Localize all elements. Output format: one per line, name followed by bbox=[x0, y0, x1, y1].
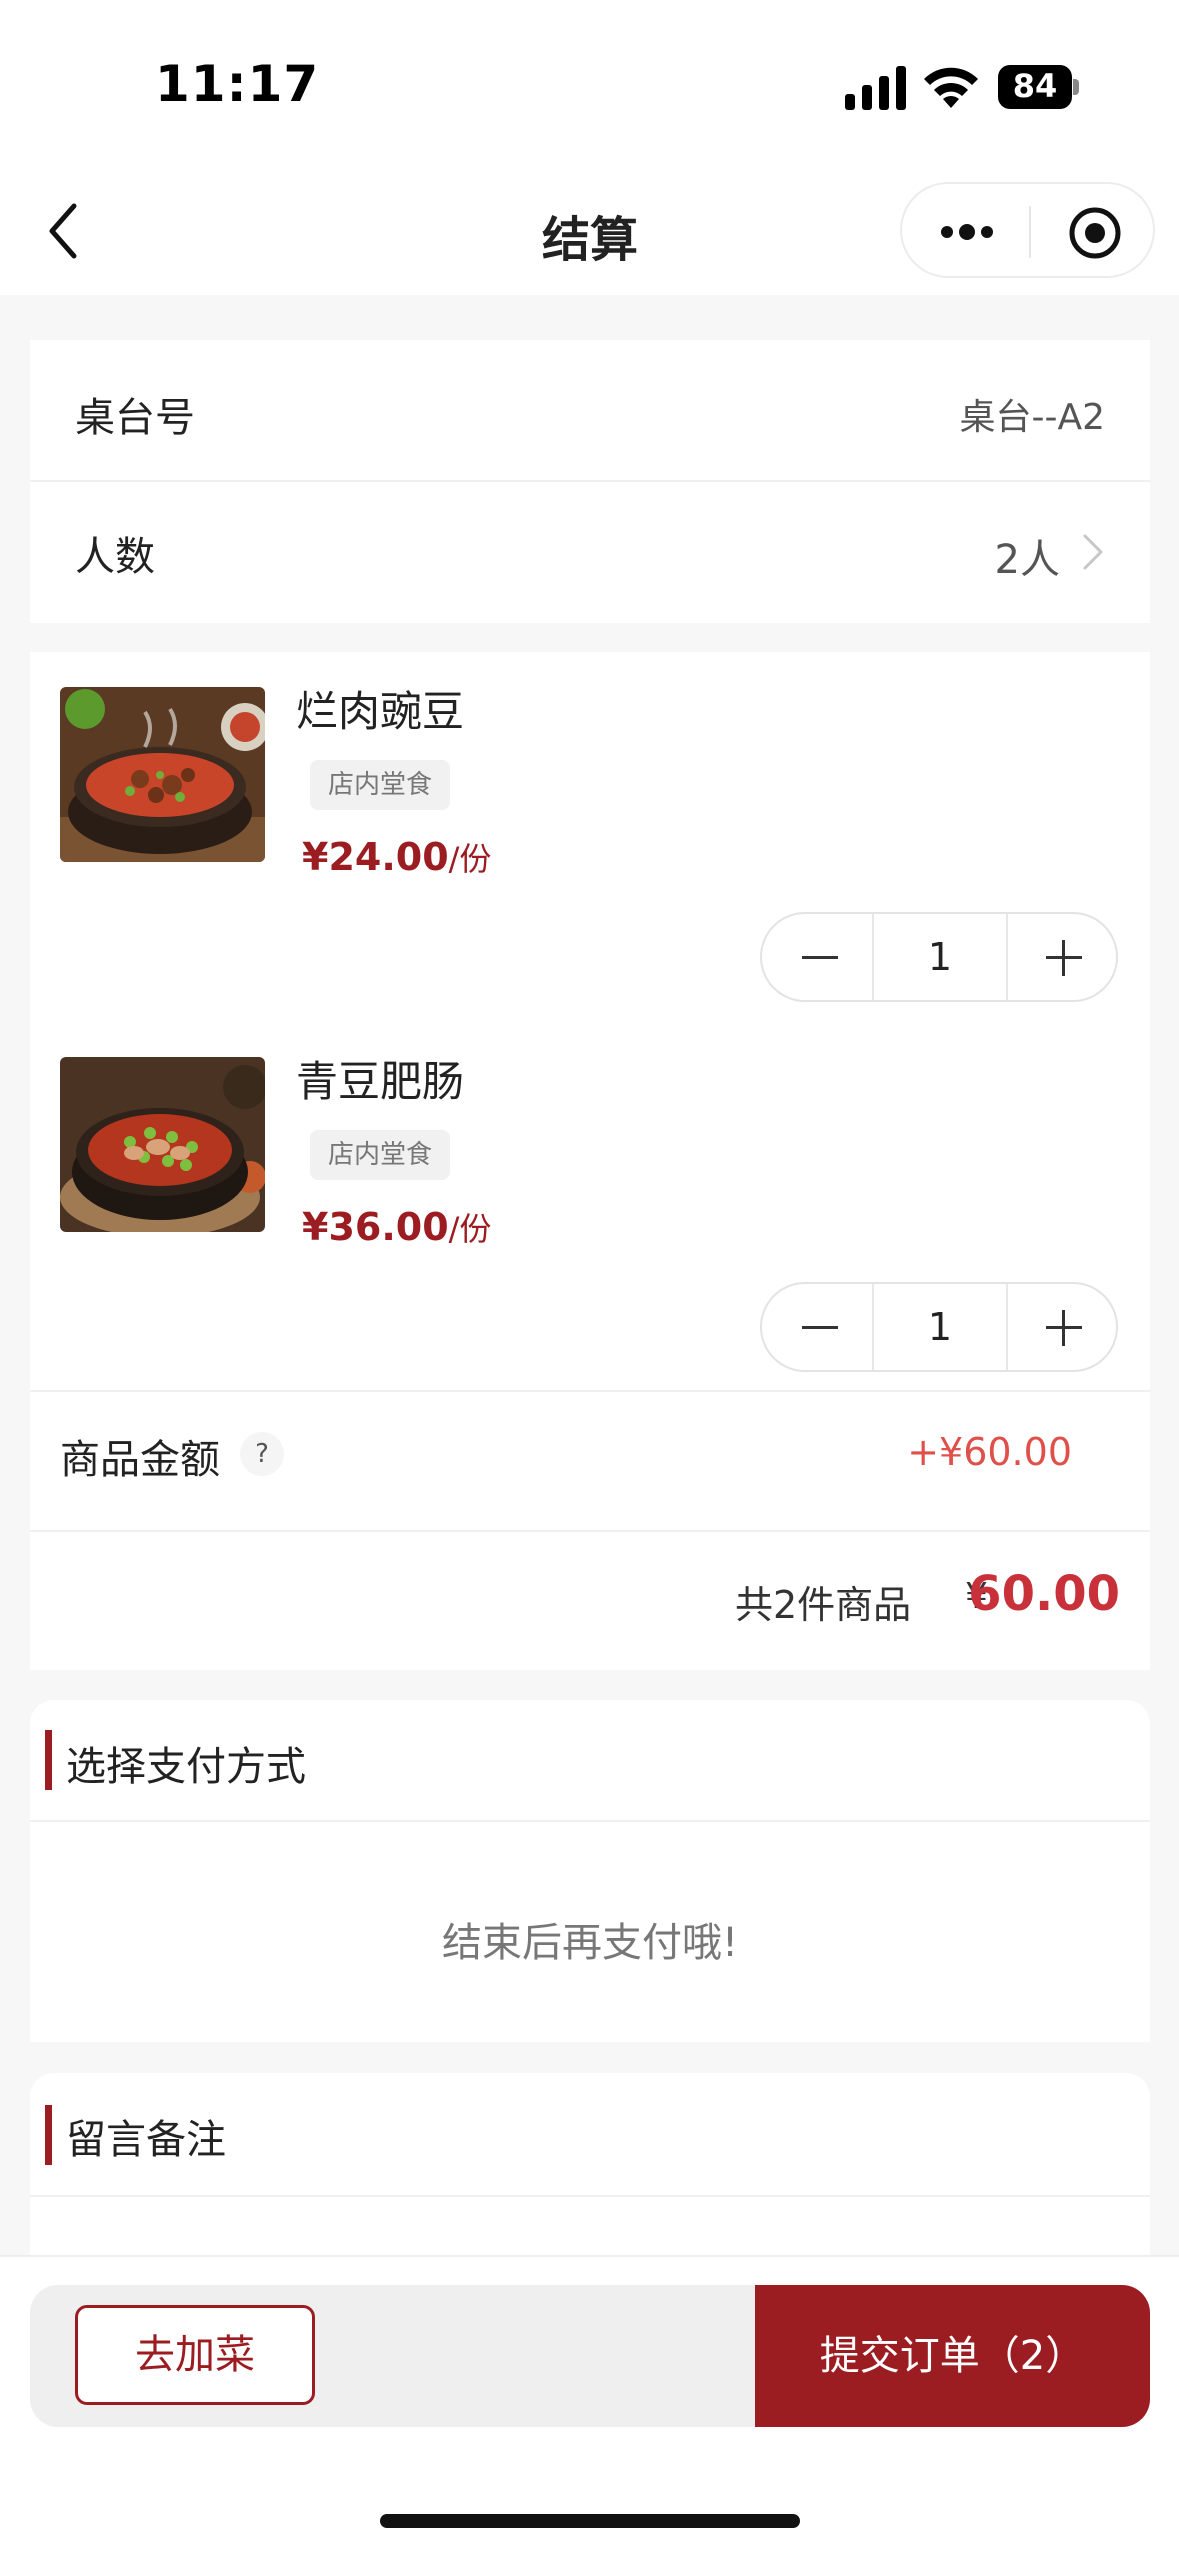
food-image bbox=[60, 687, 265, 862]
amount-label: 商品金额 bbox=[60, 1437, 220, 1483]
item-price-unit: /份 bbox=[448, 1210, 492, 1248]
divider bbox=[30, 2195, 1150, 2197]
add-dish-button[interactable]: 去加菜 bbox=[75, 2305, 315, 2405]
submit-order-button[interactable]: 提交订单（2） bbox=[755, 2285, 1150, 2427]
list-item: 青豆肥肠 店内堂食 ¥36.00/份 1 bbox=[30, 1022, 1150, 1392]
dine-in-tag: 店内堂食 bbox=[310, 1130, 451, 1180]
decrease-button[interactable] bbox=[762, 914, 872, 1000]
food-name: 青豆肥肠 bbox=[296, 1057, 465, 1106]
dine-in-tag: 店内堂食 bbox=[310, 760, 451, 810]
increase-button[interactable] bbox=[1006, 914, 1116, 1000]
battery-level: 84 bbox=[1012, 67, 1058, 105]
signal-icon bbox=[845, 66, 906, 110]
section-accent-bar bbox=[45, 2105, 52, 2165]
remark-title: 留言备注 bbox=[66, 2117, 226, 2163]
home-indicator bbox=[380, 2514, 800, 2528]
increase-button[interactable] bbox=[1006, 1284, 1116, 1370]
table-info-card: 桌台号 桌台--A2 人数 2人 bbox=[30, 340, 1150, 623]
item-price-value: ¥36.00 bbox=[302, 1205, 449, 1249]
table-value: 桌台--A2 bbox=[959, 397, 1105, 438]
total-row: 共2件商品 ¥ 60.00 bbox=[30, 1532, 1150, 1670]
decrease-button[interactable] bbox=[762, 1284, 872, 1370]
order-items-card: 烂肉豌豆 店内堂食 ¥24.00/份 1 青豆肥肠 店内堂食 ¥36.00/份 … bbox=[30, 652, 1150, 1670]
divider bbox=[30, 1390, 1150, 1392]
item-price-unit: /份 bbox=[448, 840, 492, 878]
table-label: 桌台号 bbox=[75, 395, 195, 441]
item-count-text: 共2件商品 bbox=[735, 1583, 912, 1627]
divider bbox=[30, 1820, 1150, 1822]
quantity-stepper: 1 bbox=[760, 912, 1118, 1002]
back-arrow-icon[interactable] bbox=[40, 200, 90, 262]
quantity-value[interactable]: 1 bbox=[872, 914, 1008, 1000]
item-price: ¥24.00/份 bbox=[302, 834, 491, 880]
quantity-value[interactable]: 1 bbox=[872, 1284, 1008, 1370]
remark-card: 留言备注 bbox=[30, 2073, 1150, 2263]
payment-card: 选择支付方式 结束后再支付哦! bbox=[30, 1700, 1150, 2042]
payment-note: 结束后再支付哦! bbox=[441, 1920, 739, 1966]
food-image bbox=[60, 1057, 265, 1232]
wifi-icon bbox=[924, 67, 978, 108]
nav-bar: 结算 bbox=[0, 170, 1179, 295]
item-price: ¥36.00/份 bbox=[302, 1204, 491, 1250]
total-amount: 60.00 bbox=[968, 1566, 1120, 1622]
chevron-right-icon bbox=[1083, 534, 1103, 570]
mini-program-capsule bbox=[900, 182, 1155, 278]
guest-count-row[interactable]: 人数 2人 bbox=[30, 482, 1150, 623]
page-title: 结算 bbox=[541, 212, 638, 268]
quantity-stepper: 1 bbox=[760, 1282, 1118, 1372]
item-price-value: ¥24.00 bbox=[302, 835, 449, 879]
amount-value: +¥60.00 bbox=[907, 1430, 1072, 1474]
status-time: 11:17 bbox=[155, 55, 320, 113]
guest-count-value: 2人 bbox=[994, 537, 1060, 583]
status-bar: 11:17 84 bbox=[0, 0, 1179, 170]
battery-icon: 84 bbox=[998, 65, 1080, 109]
close-target-icon[interactable] bbox=[1067, 205, 1123, 261]
guest-count-label: 人数 bbox=[75, 534, 155, 580]
help-icon[interactable]: ? bbox=[240, 1432, 284, 1476]
bottom-panel: 去加菜 提交订单（2） bbox=[30, 2285, 1150, 2427]
list-item: 烂肉豌豆 店内堂食 ¥24.00/份 1 bbox=[30, 652, 1150, 1022]
more-icon[interactable] bbox=[937, 214, 997, 250]
bottom-action-bar: 去加菜 提交订单（2） bbox=[0, 2255, 1179, 2556]
food-name: 烂肉豌豆 bbox=[296, 687, 465, 736]
section-accent-bar bbox=[45, 1730, 52, 1790]
payment-title: 选择支付方式 bbox=[66, 1744, 306, 1790]
